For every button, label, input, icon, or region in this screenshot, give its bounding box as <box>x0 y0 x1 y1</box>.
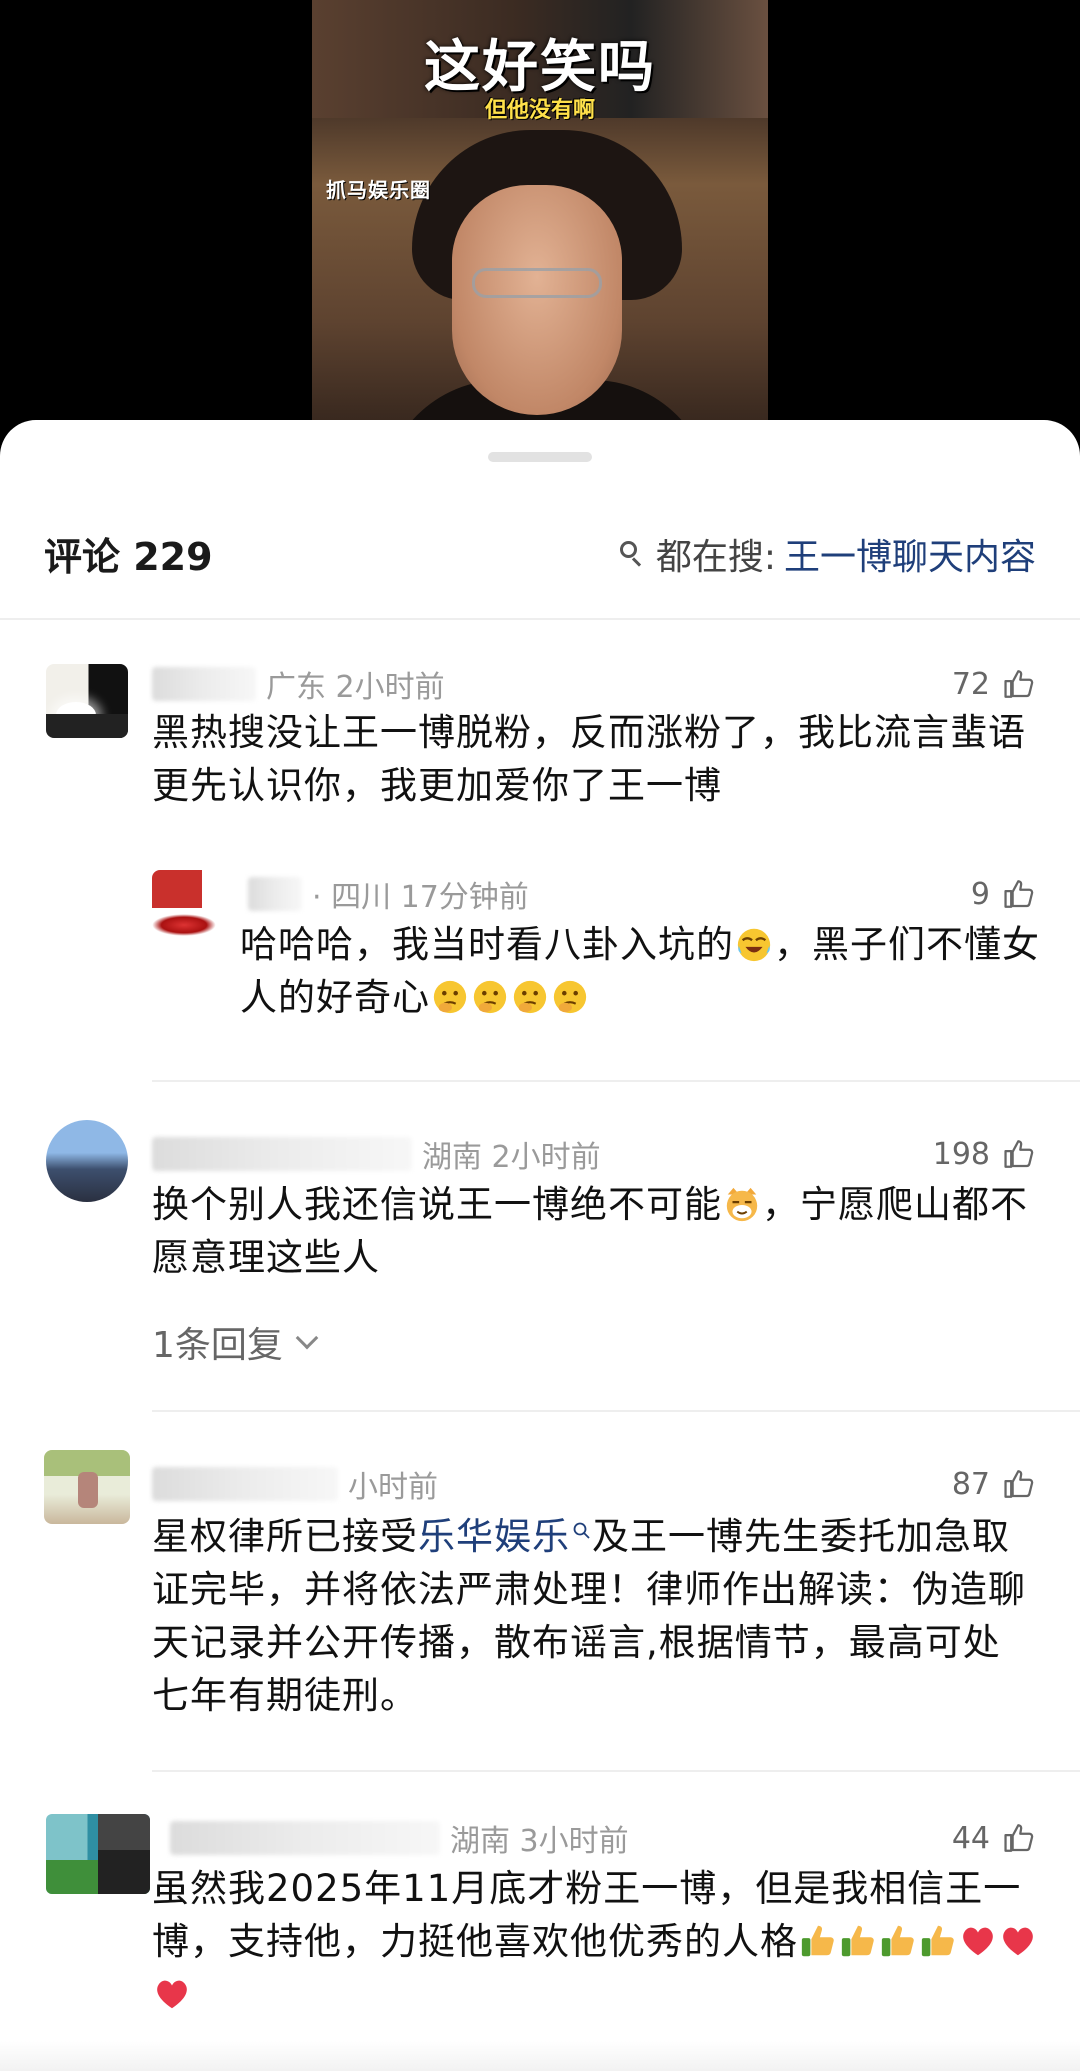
avatar[interactable] <box>46 664 128 738</box>
username-blurred <box>152 667 256 701</box>
red-heart-emoji-icon <box>1003 1927 1033 1956</box>
thumb-up-icon <box>1004 1824 1034 1852</box>
hot-search-link[interactable]: 都在搜: 王一博聊天内容 <box>619 526 1036 582</box>
comments-sheet: 评论 229 都在搜: 王一博聊天内容 广东 2小时前 72 黑热搜没让王一博脱… <box>0 420 1080 2071</box>
thumb-up-icon <box>1004 1470 1034 1498</box>
video-player[interactable]: 这好笑吗 但他没有啊 抓马娱乐圈 <box>0 0 1080 460</box>
red-heart-emoji-icon <box>963 1927 993 1956</box>
person-face <box>452 185 622 415</box>
location-time: 广东 2小时前 <box>266 670 445 705</box>
thumb-up-icon <box>1004 880 1034 908</box>
avatar[interactable] <box>46 1120 128 1202</box>
expand-replies-button[interactable]: 1条回复 <box>152 1316 319 1368</box>
like-button[interactable]: 9 <box>971 874 1036 914</box>
username-blurred <box>152 1467 338 1501</box>
comment-divider <box>152 1770 1080 1772</box>
like-button[interactable]: 72 <box>952 664 1036 704</box>
topic-link[interactable]: 乐华娱乐 <box>418 1515 592 1558</box>
comment-text-part: 哈哈哈，我当时看八卦入坑的 <box>240 923 734 966</box>
thinking-emoji-icon <box>473 980 507 1014</box>
comment-text: 哈哈哈，我当时看八卦入坑的 ，黑子们不懂女人的好奇心 <box>240 918 1040 1024</box>
comment-meta: 广东 2小时前 <box>152 664 445 705</box>
laughing-tears-emoji-icon <box>737 928 771 962</box>
comment-text-part: 星权律所已接受 <box>152 1515 418 1558</box>
thinking-emoji-icon <box>433 980 467 1014</box>
like-count: 9 <box>970 876 990 912</box>
comment-text: 换个别人我还信说王一博绝不可能 ，宁愿爬山都不愿意理这些人 <box>152 1178 1032 1284</box>
thumbs-up-emoji-icon <box>841 1925 874 1957</box>
like-count: 87 <box>951 1466 990 1502</box>
avatar[interactable] <box>44 1450 130 1524</box>
drag-handle[interactable] <box>488 452 592 462</box>
video-frame[interactable]: 这好笑吗 但他没有啊 抓马娱乐圈 <box>312 0 768 460</box>
red-heart-emoji-icon <box>157 1980 187 2009</box>
location-time: 湖南 3小时前 <box>450 1824 629 1859</box>
comment-text: 虽然我2025年11月底才粉王一博，但是我相信王一博，支持他，力挺他喜欢他优秀的… <box>152 1862 1042 2021</box>
like-button[interactable]: 44 <box>952 1818 1036 1858</box>
hot-search-label: 都在搜: <box>655 537 776 578</box>
replies-count-label: 1条回复 <box>152 1325 283 1366</box>
like-count: 72 <box>951 666 990 702</box>
comment-text-part: 换个别人我还信说王一博绝不可能 <box>152 1183 722 1226</box>
avatar[interactable] <box>46 1814 150 1894</box>
video-watermark: 抓马娱乐圈 <box>326 178 431 202</box>
location-time: · 四川 17分钟前 <box>312 880 529 915</box>
comments-header: 评论 229 都在搜: 王一博聊天内容 <box>0 520 1080 588</box>
header-divider <box>0 618 1080 620</box>
thinking-emoji-icon <box>513 980 547 1014</box>
comment-text: 星权律所已接受乐华娱乐 及王一博先生委托加急取证完毕，并将依法严肃处理！律师作出解… <box>152 1510 1032 1722</box>
username-blurred <box>170 1821 440 1855</box>
like-button[interactable]: 198 <box>933 1134 1036 1174</box>
like-count: 44 <box>951 1820 990 1856</box>
glasses <box>472 268 602 298</box>
video-caption-sub: 但他没有啊 <box>484 98 595 123</box>
like-button[interactable]: 87 <box>952 1464 1036 1504</box>
avatar[interactable] <box>152 870 216 940</box>
thumbs-up-emoji-icon <box>921 1925 954 1957</box>
comment-meta: 湖南 3小时前 <box>170 1818 629 1859</box>
comment-meta: 湖南 2小时前 <box>152 1134 601 1175</box>
thumbs-up-emoji-icon <box>801 1925 834 1957</box>
hot-search-term[interactable]: 王一博聊天内容 <box>784 528 1036 580</box>
comment-divider <box>152 1410 1080 1412</box>
thumb-up-icon <box>1004 1140 1034 1168</box>
comment-divider <box>152 1080 1080 1082</box>
thumb-up-icon <box>1004 670 1034 698</box>
username-blurred <box>152 1137 412 1171</box>
topic-link-label: 乐华娱乐 <box>418 1515 570 1558</box>
bottom-fade <box>0 2041 1080 2071</box>
comment-meta: · 四川 17分钟前 <box>248 874 529 915</box>
comment-meta: 小时前 <box>152 1464 438 1505</box>
location-time: 湖南 2小时前 <box>422 1140 601 1175</box>
thinking-emoji-icon <box>553 980 587 1014</box>
chevron-down-icon <box>295 1326 319 1350</box>
username-blurred <box>248 877 302 911</box>
search-icon <box>619 541 646 567</box>
video-caption-main: 这好笑吗 <box>424 35 656 100</box>
comment-text: 黑热搜没让王一博脱粉，反而涨粉了，我比流言蜚语更先认识你，我更加爱你了王一博 <box>152 711 1026 807</box>
smug-cat-emoji-icon <box>726 1187 758 1222</box>
comments-title: 评论 229 <box>44 535 213 579</box>
search-icon <box>573 1522 590 1539</box>
like-count: 198 <box>932 1136 990 1172</box>
thumbs-up-emoji-icon <box>881 1925 914 1957</box>
location-time: 小时前 <box>348 1470 438 1505</box>
